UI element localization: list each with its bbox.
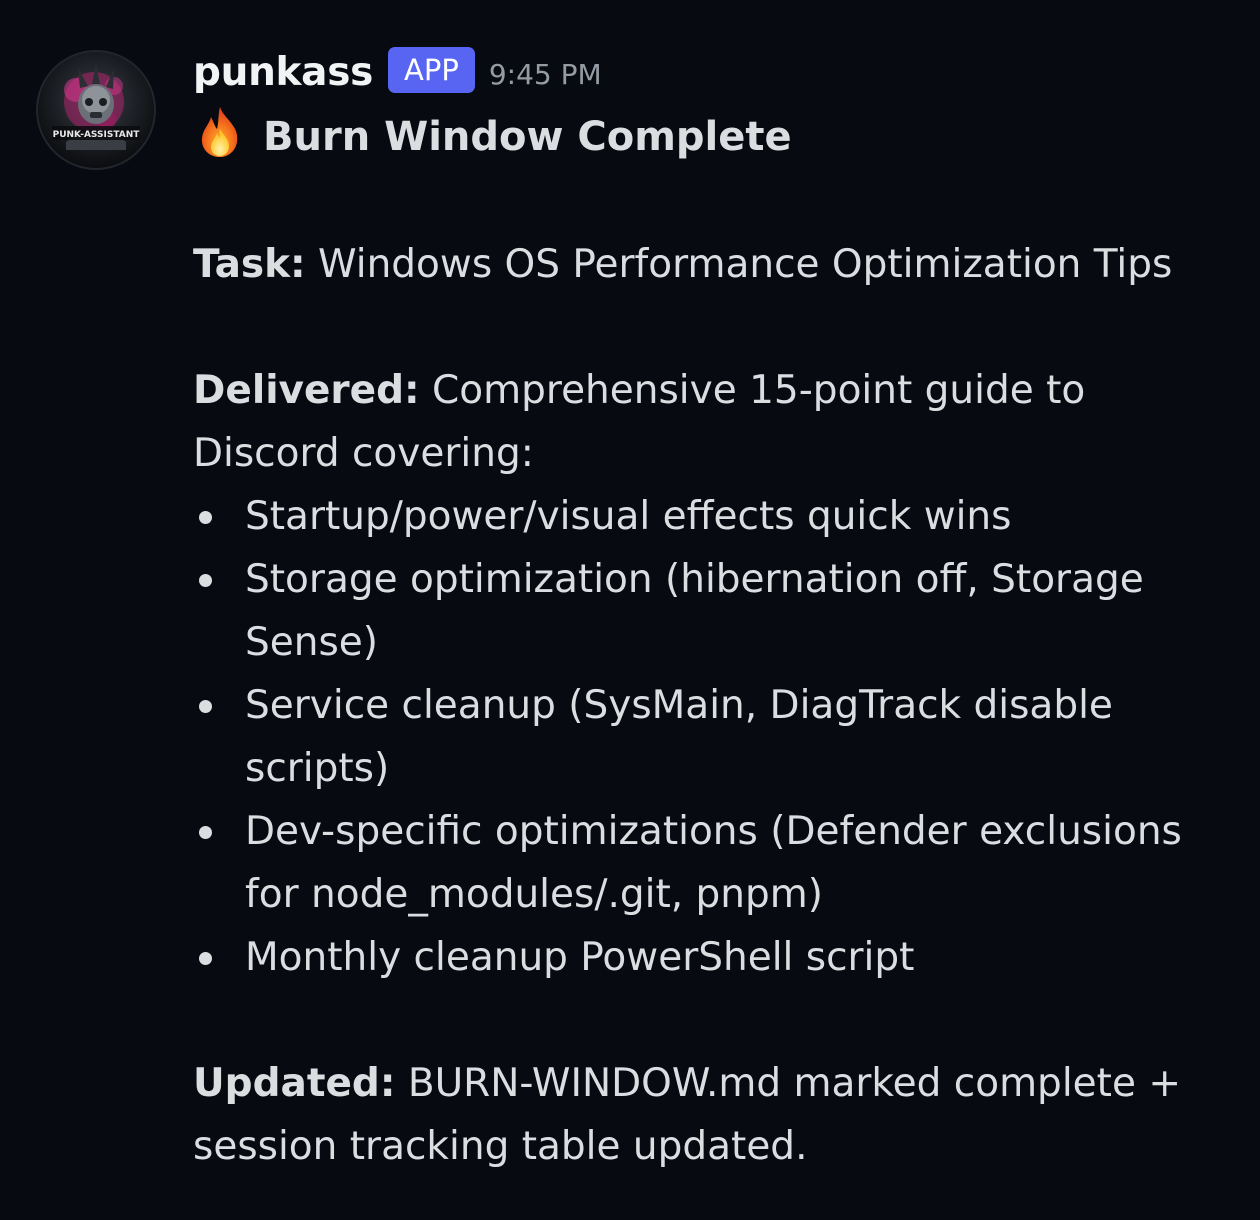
list-item-text: Startup/power/visual effects quick wins [245,494,1012,539]
fire-icon [201,107,238,157]
list-item: Startup/power/visual effects quick wins [193,485,1243,548]
message-content: punkass APP 9:45 PM Burn Window Complete… [193,40,1243,1178]
app-badge: APP [388,47,475,93]
avatar-caption: PUNK-ASSISTANT [53,130,141,140]
delivered-line: Delivered: Comprehensive 15-point guide … [193,359,1243,485]
message-header: punkass APP 9:45 PM [193,40,1243,104]
bullet-icon [199,574,212,587]
delivered-list: Startup/power/visual effects quick wins … [193,485,1243,989]
bullet-icon [199,952,212,965]
list-item: Storage optimization (hibernation off, S… [193,548,1243,674]
bullet-icon [199,826,212,839]
avatar[interactable]: PUNK-ASSISTANT [36,50,156,170]
delivered-label: Delivered: [193,368,420,413]
updated-line: Updated: BURN-WINDOW.md marked complete … [193,1052,1243,1178]
task-label: Task: [193,242,306,287]
bullet-icon [199,700,212,713]
task-text: Windows OS Performance Optimization Tips [318,242,1173,287]
bullet-icon [199,511,212,524]
task-line: Task: Windows OS Performance Optimizatio… [193,233,1243,296]
author-name[interactable]: punkass [193,50,373,95]
message-timestamp[interactable]: 9:45 PM [489,58,602,91]
punk-assistant-avatar-icon: PUNK-ASSISTANT [52,64,141,150]
list-item: Service cleanup (SysMain, DiagTrack disa… [193,674,1243,800]
updated-label: Updated: [193,1061,396,1106]
message-body: Burn Window Complete Task: Windows OS Pe… [193,104,1243,1178]
list-item: Monthly cleanup PowerShell script [193,926,1243,989]
list-item-text: Service cleanup (SysMain, DiagTrack disa… [245,683,1113,791]
list-item-text: Dev-specific optimizations (Defender exc… [245,809,1182,917]
message-title: Burn Window Complete [193,104,1243,170]
title-text: Burn Window Complete [263,114,792,160]
list-item: Dev-specific optimizations (Defender exc… [193,800,1243,926]
chat-message: PUNK-ASSISTANT punkass APP 9:45 PM Burn … [0,0,1260,1220]
list-item-text: Monthly cleanup PowerShell script [245,935,915,980]
list-item-text: Storage optimization (hibernation off, S… [245,557,1144,665]
